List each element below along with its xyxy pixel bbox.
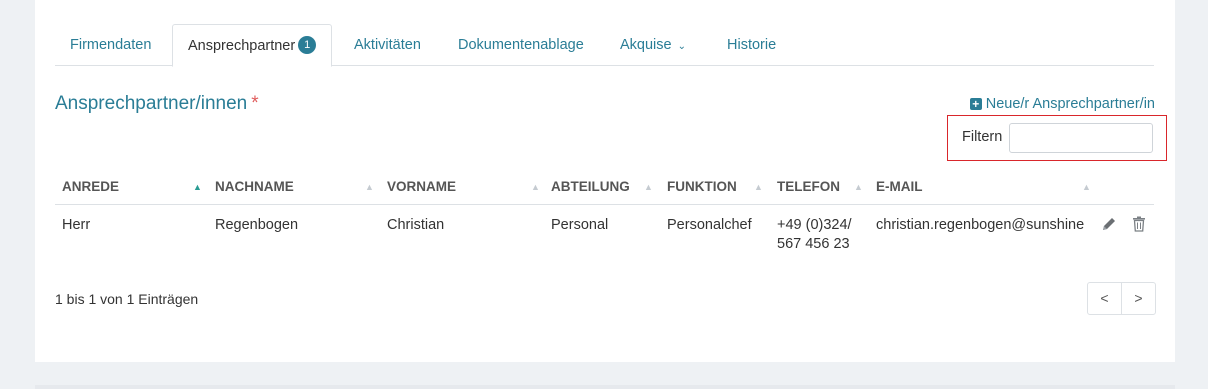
- cell-anrede: Herr: [62, 217, 91, 233]
- tab-firmendaten[interactable]: Firmendaten: [70, 24, 151, 65]
- column-header-abteilung[interactable]: ABTEILUNG: [551, 170, 630, 204]
- sort-icon[interactable]: ▲: [754, 170, 763, 204]
- plus-square-icon: +: [969, 98, 982, 110]
- table-header: ANREDE ▲ NACHNAME ▲ VORNAME ▲ ABTEILUNG …: [55, 170, 1154, 205]
- telefon-line-1: +49 (0)324/: [777, 217, 852, 233]
- filter-input[interactable]: [1009, 123, 1153, 153]
- tab-akquise-label: Akquise: [620, 37, 672, 53]
- sort-icon[interactable]: ▲: [854, 170, 863, 204]
- trash-icon[interactable]: [1130, 215, 1148, 233]
- column-header-email[interactable]: E-MAIL: [876, 170, 923, 204]
- new-contact-label: Neue/r Ansprechpartner/in: [985, 96, 1155, 112]
- new-contact-link[interactable]: + Neue/r Ansprechpartner/in: [969, 96, 1155, 112]
- section-title: Ansprechpartner/innen *: [55, 93, 259, 115]
- tab-aktivitaeten[interactable]: Aktivitäten: [354, 24, 421, 65]
- required-marker: *: [251, 93, 259, 114]
- column-header-telefon[interactable]: TELEFON: [777, 170, 840, 204]
- filter-label: Filtern: [962, 129, 1003, 145]
- sort-icon[interactable]: ▲: [644, 170, 653, 204]
- sort-asc-icon[interactable]: ▲: [193, 170, 202, 204]
- table-info: 1 bis 1 von 1 Einträgen: [55, 291, 199, 307]
- count-badge: 1: [298, 36, 317, 54]
- previous-page-button[interactable]: <: [1088, 283, 1121, 314]
- next-card-edge: [35, 385, 1175, 389]
- cell-telefon: +49 (0)324/ 567 456 23: [777, 216, 852, 254]
- telefon-line-2: 567 456 23: [777, 236, 850, 252]
- content-card: Firmendaten Ansprechpartner 1 Aktivitäten…: [35, 0, 1175, 362]
- chevron-down-icon: ⌄: [677, 41, 686, 52]
- cell-abteilung: Personal: [551, 217, 609, 233]
- tab-bar: Firmendaten Ansprechpartner 1 Aktivitäten…: [55, 24, 1154, 67]
- cell-vorname: Christian: [387, 217, 445, 233]
- sort-icon[interactable]: ▲: [365, 170, 374, 204]
- column-header-anrede[interactable]: ANREDE: [62, 170, 119, 204]
- tab-ansprechpartner-label: Ansprechpartner: [188, 38, 296, 54]
- table-row: Herr Regenbogen Christian Personal Perso…: [55, 205, 1154, 263]
- tab-ansprechpartner[interactable]: Ansprechpartner 1: [172, 24, 333, 67]
- pagination: < >: [1087, 282, 1156, 315]
- column-header-nachname[interactable]: NACHNAME: [215, 170, 294, 204]
- column-header-funktion[interactable]: FUNKTION: [667, 170, 737, 204]
- sort-icon[interactable]: ▲: [1082, 170, 1091, 204]
- pencil-icon[interactable]: [1100, 215, 1118, 233]
- tab-dokumentenablage[interactable]: Dokumentenablage: [458, 24, 584, 65]
- cell-nachname: Regenbogen: [215, 217, 299, 233]
- cell-funktion: Personalchef: [667, 217, 752, 233]
- column-header-vorname[interactable]: VORNAME: [387, 170, 456, 204]
- cell-email: christian.regenbogen@sunshine: [876, 217, 1085, 233]
- sort-icon[interactable]: ▲: [531, 170, 540, 204]
- section-title-text: Ansprechpartner/innen: [55, 93, 248, 114]
- tab-historie[interactable]: Historie: [727, 24, 776, 65]
- next-page-button[interactable]: >: [1121, 283, 1155, 314]
- tab-akquise[interactable]: Akquise ⌄: [620, 24, 686, 65]
